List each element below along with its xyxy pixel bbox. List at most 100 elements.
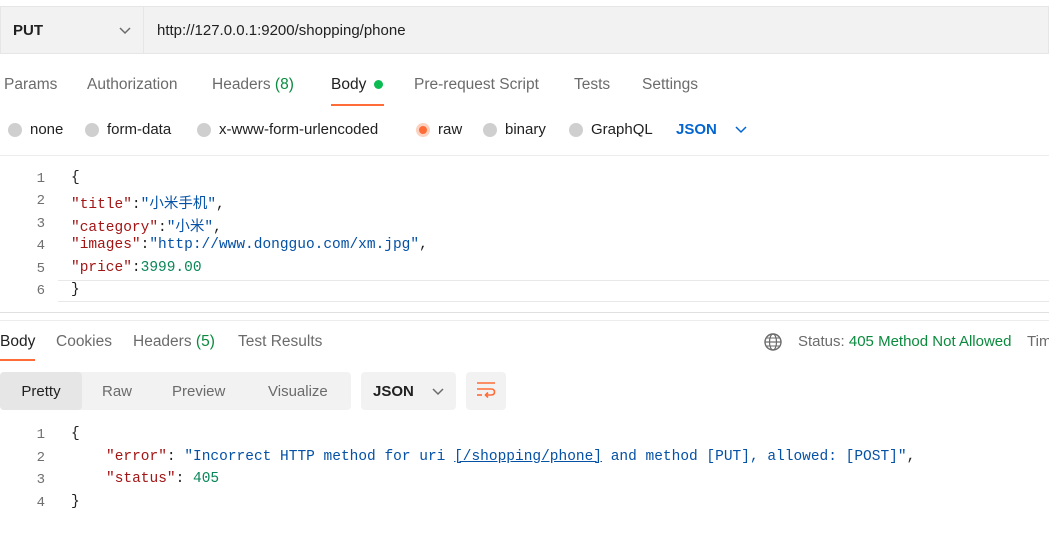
tab-authorization[interactable]: Authorization <box>87 76 177 94</box>
json-key: "price" <box>71 260 132 276</box>
line-number: 1 <box>36 171 45 187</box>
response-time[interactable]: Tim <box>1027 333 1049 350</box>
view-raw-label: Raw <box>102 382 133 400</box>
line-number: 4 <box>36 238 45 254</box>
code-line: } <box>71 494 80 510</box>
json-key: "images" <box>71 237 141 253</box>
json-string: "http://www.dongguo.com/xm.jpg" <box>149 237 420 253</box>
radio-urlencoded-label: x-www-form-urlencoded <box>219 121 379 138</box>
line-number: 4 <box>36 495 45 511</box>
view-pretty-button[interactable]: Pretty <box>0 372 82 410</box>
chevron-down-icon <box>119 23 131 38</box>
radio-form-data-label: form-data <box>107 121 172 138</box>
response-tab-body[interactable]: Body <box>0 333 35 351</box>
radio-circle <box>569 122 583 137</box>
line-number: 3 <box>36 472 45 488</box>
json-string-link[interactable]: [/shopping/phone] <box>454 449 602 465</box>
line-number: 2 <box>36 193 45 209</box>
radio-circle-selected <box>416 122 430 137</box>
wrap-lines-button[interactable] <box>466 372 506 410</box>
radio-raw[interactable]: raw <box>416 121 462 138</box>
raw-format-select[interactable]: JSON <box>676 121 747 138</box>
code-line: "error": "Incorrect HTTP method for uri … <box>106 449 916 465</box>
method-label: PUT <box>13 21 43 39</box>
chevron-down-icon <box>432 384 444 399</box>
view-raw-button[interactable]: Raw <box>102 372 132 410</box>
radio-none[interactable]: none <box>8 121 63 138</box>
code-line: "status": 405 <box>106 471 220 487</box>
body-indicator-dot <box>374 80 383 89</box>
wrap-lines-icon <box>476 380 496 402</box>
tab-settings[interactable]: Settings <box>642 76 698 94</box>
response-format-label: JSON <box>373 382 414 400</box>
view-visualize-label: Visualize <box>268 382 328 400</box>
radio-form-data[interactable]: form-data <box>85 121 171 138</box>
response-tab-headers-label: Headers <box>133 333 192 350</box>
response-status[interactable]: Status: 405 Method Not Allowed <box>798 333 1011 350</box>
code-line: } <box>71 282 80 298</box>
url-input[interactable]: http://127.0.0.1:9200/shopping/phone <box>144 6 1049 54</box>
line-number: 3 <box>36 216 45 232</box>
code-line: "title":"小米手机", <box>71 197 225 213</box>
json-key: "title" <box>71 197 132 213</box>
view-preview-button[interactable]: Preview <box>172 372 225 410</box>
response-tab-headers-count: (5) <box>195 333 215 350</box>
tab-tests[interactable]: Tests <box>574 76 610 94</box>
radio-graphql-label: GraphQL <box>591 121 653 138</box>
globe-icon[interactable] <box>763 332 783 356</box>
radio-circle <box>8 122 22 137</box>
code-brace: { <box>71 170 80 186</box>
json-key: "error" <box>106 449 167 465</box>
tab-headers[interactable]: Headers (8) <box>212 76 294 94</box>
json-string: "Incorrect HTTP method for uri <box>184 449 455 465</box>
active-tab-underline <box>0 359 35 361</box>
json-key: "status" <box>106 471 176 487</box>
json-number: 3999.00 <box>140 260 202 276</box>
radio-urlencoded[interactable]: x-www-form-urlencoded <box>197 121 378 138</box>
response-tab-headers[interactable]: Headers (5) <box>133 333 215 351</box>
code-line: { <box>71 426 80 442</box>
radio-circle <box>85 122 99 137</box>
radio-circle <box>483 122 497 137</box>
code-brace: } <box>71 494 80 510</box>
json-key: "category" <box>71 220 159 236</box>
view-pretty-label: Pretty <box>21 382 61 400</box>
tab-params[interactable]: Params <box>4 76 57 94</box>
tab-body[interactable]: Body <box>331 76 366 94</box>
line-number: 2 <box>36 450 45 466</box>
pane-resize-handle[interactable] <box>0 320 1049 321</box>
radio-graphql[interactable]: GraphQL <box>569 121 653 138</box>
tab-pre-request-script[interactable]: Pre-request Script <box>414 76 539 94</box>
raw-format-label: JSON <box>676 121 717 138</box>
radio-circle <box>197 122 211 137</box>
code-line: "category":"小米", <box>71 220 222 236</box>
method-select[interactable]: PUT <box>0 6 144 54</box>
code-line: "price":3999.00 <box>71 260 202 276</box>
response-tab-cookies[interactable]: Cookies <box>56 333 112 351</box>
status-label: Status: <box>798 333 845 350</box>
code-line: { <box>71 170 80 186</box>
radio-none-label: none <box>30 121 64 138</box>
code-brace: } <box>71 282 80 298</box>
chevron-down-icon <box>735 122 747 137</box>
view-preview-label: Preview <box>172 382 226 400</box>
radio-binary-label: binary <box>505 121 546 138</box>
response-tab-test-results[interactable]: Test Results <box>238 333 322 351</box>
active-line-highlight <box>58 280 1049 302</box>
status-value: 405 Method Not Allowed <box>848 333 1012 350</box>
url-text: http://127.0.0.1:9200/shopping/phone <box>157 21 406 39</box>
line-number: 1 <box>36 427 45 443</box>
editor-divider <box>0 312 1049 313</box>
line-number: 6 <box>36 283 45 299</box>
radio-binary[interactable]: binary <box>483 121 546 138</box>
code-brace: { <box>71 426 80 442</box>
view-visualize-button[interactable]: Visualize <box>268 372 328 410</box>
json-number: 405 <box>193 471 220 487</box>
radio-raw-label: raw <box>438 121 463 138</box>
editor-divider <box>0 155 1049 156</box>
code-line: "images":"http://www.dongguo.com/xm.jpg"… <box>71 237 428 253</box>
tab-headers-label: Headers <box>212 76 271 93</box>
response-format-select[interactable]: JSON <box>361 372 456 410</box>
tab-headers-count: (8) <box>274 76 294 93</box>
line-number: 5 <box>36 261 45 277</box>
